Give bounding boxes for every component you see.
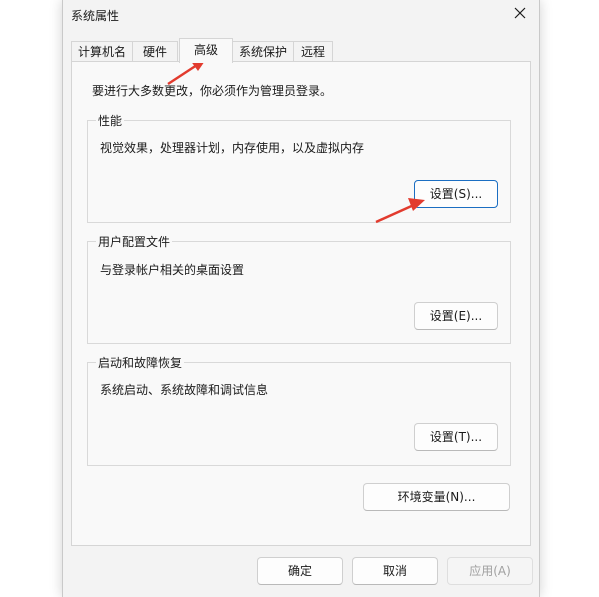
system-properties-window: 系统属性 计算机名 硬件 高级 系统保护 远程 要进行大多数更改，你必须作为管理… [62, 0, 540, 597]
advanced-tab-panel: 要进行大多数更改，你必须作为管理员登录。 性能 视觉效果，处理器计划，内存使用，… [71, 61, 531, 546]
ok-button[interactable]: 确定 [257, 557, 343, 585]
tab-system-protection[interactable]: 系统保护 [232, 41, 294, 62]
apply-button[interactable]: 应用(A) [447, 557, 533, 585]
performance-description: 视觉效果，处理器计划，内存使用，以及虚拟内存 [100, 141, 365, 155]
startup-recovery-group-title: 启动和故障恢复 [96, 354, 185, 371]
admin-notice: 要进行大多数更改，你必须作为管理员登录。 [92, 84, 333, 98]
performance-group-title: 性能 [96, 112, 125, 129]
user-profiles-settings-button[interactable]: 设置(E)... [414, 302, 498, 330]
cancel-button[interactable]: 取消 [352, 557, 438, 585]
close-icon [514, 7, 526, 19]
startup-recovery-group: 启动和故障恢复 系统启动、系统故障和调试信息 设置(T)... [87, 354, 511, 466]
user-profiles-group: 用户配置文件 与登录帐户相关的桌面设置 设置(E)... [87, 233, 511, 344]
startup-recovery-settings-button[interactable]: 设置(T)... [414, 423, 498, 451]
tab-hardware[interactable]: 硬件 [132, 41, 178, 62]
close-button[interactable] [507, 2, 533, 24]
performance-group: 性能 视觉效果，处理器计划，内存使用，以及虚拟内存 设置(S)... [87, 112, 511, 223]
tab-advanced[interactable]: 高级 [179, 38, 233, 63]
startup-recovery-description: 系统启动、系统故障和调试信息 [100, 383, 269, 397]
performance-settings-button[interactable]: 设置(S)... [414, 180, 498, 208]
user-profiles-group-title: 用户配置文件 [96, 233, 173, 250]
tab-computer-name[interactable]: 计算机名 [71, 41, 133, 62]
tab-remote[interactable]: 远程 [293, 41, 333, 62]
environment-variables-button[interactable]: 环境变量(N)... [363, 483, 510, 511]
user-profiles-description: 与登录帐户相关的桌面设置 [100, 263, 245, 277]
window-title: 系统属性 [71, 9, 120, 23]
